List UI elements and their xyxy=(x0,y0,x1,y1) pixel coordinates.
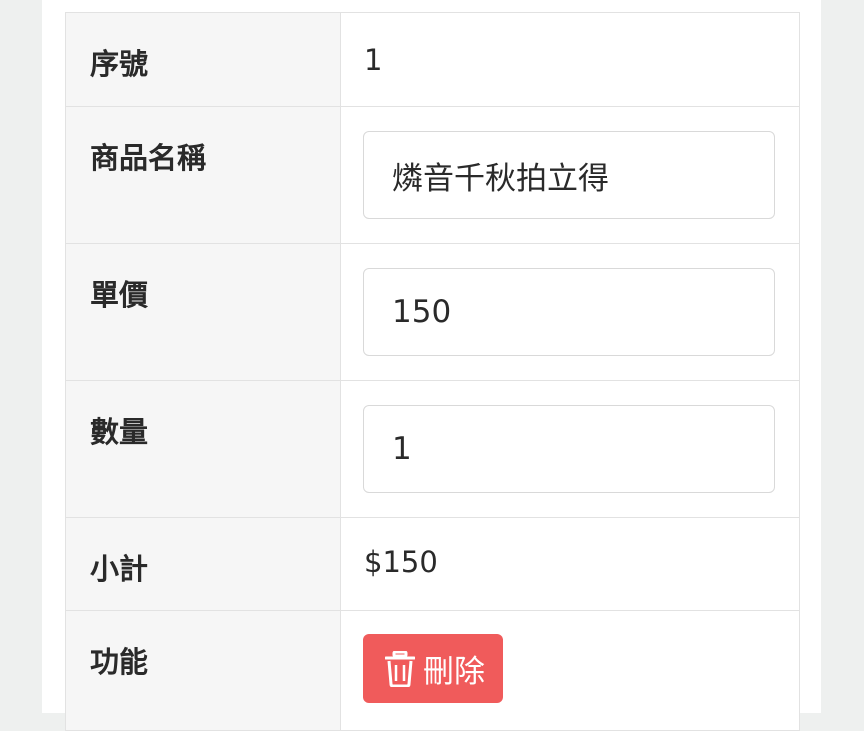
cart-item-detail-table: 序號 1 商品名稱 單價 數量 小計 $150 功能 xyxy=(65,12,800,731)
product-name-field[interactable] xyxy=(363,131,775,219)
serial-label: 序號 xyxy=(65,12,341,107)
table-row-subtotal: 小計 $150 xyxy=(65,517,800,611)
delete-button[interactable]: 刪除 xyxy=(363,634,503,703)
quantity-field[interactable] xyxy=(363,405,775,493)
delete-button-label: 刪除 xyxy=(423,654,485,690)
product-name-label: 商品名稱 xyxy=(65,106,341,244)
serial-value: 1 xyxy=(364,43,383,77)
trash-icon xyxy=(385,650,415,687)
table-row-unit-price: 單價 xyxy=(65,243,800,381)
subtotal-label: 小計 xyxy=(65,517,341,611)
unit-price-field[interactable] xyxy=(363,268,775,356)
subtotal-value: $150 xyxy=(364,545,438,579)
table-row-serial: 序號 1 xyxy=(65,12,800,107)
unit-price-label: 單價 xyxy=(65,243,341,381)
quantity-label: 數量 xyxy=(65,380,341,518)
table-row-quantity: 數量 xyxy=(65,380,800,518)
table-row-product-name: 商品名稱 xyxy=(65,106,800,244)
